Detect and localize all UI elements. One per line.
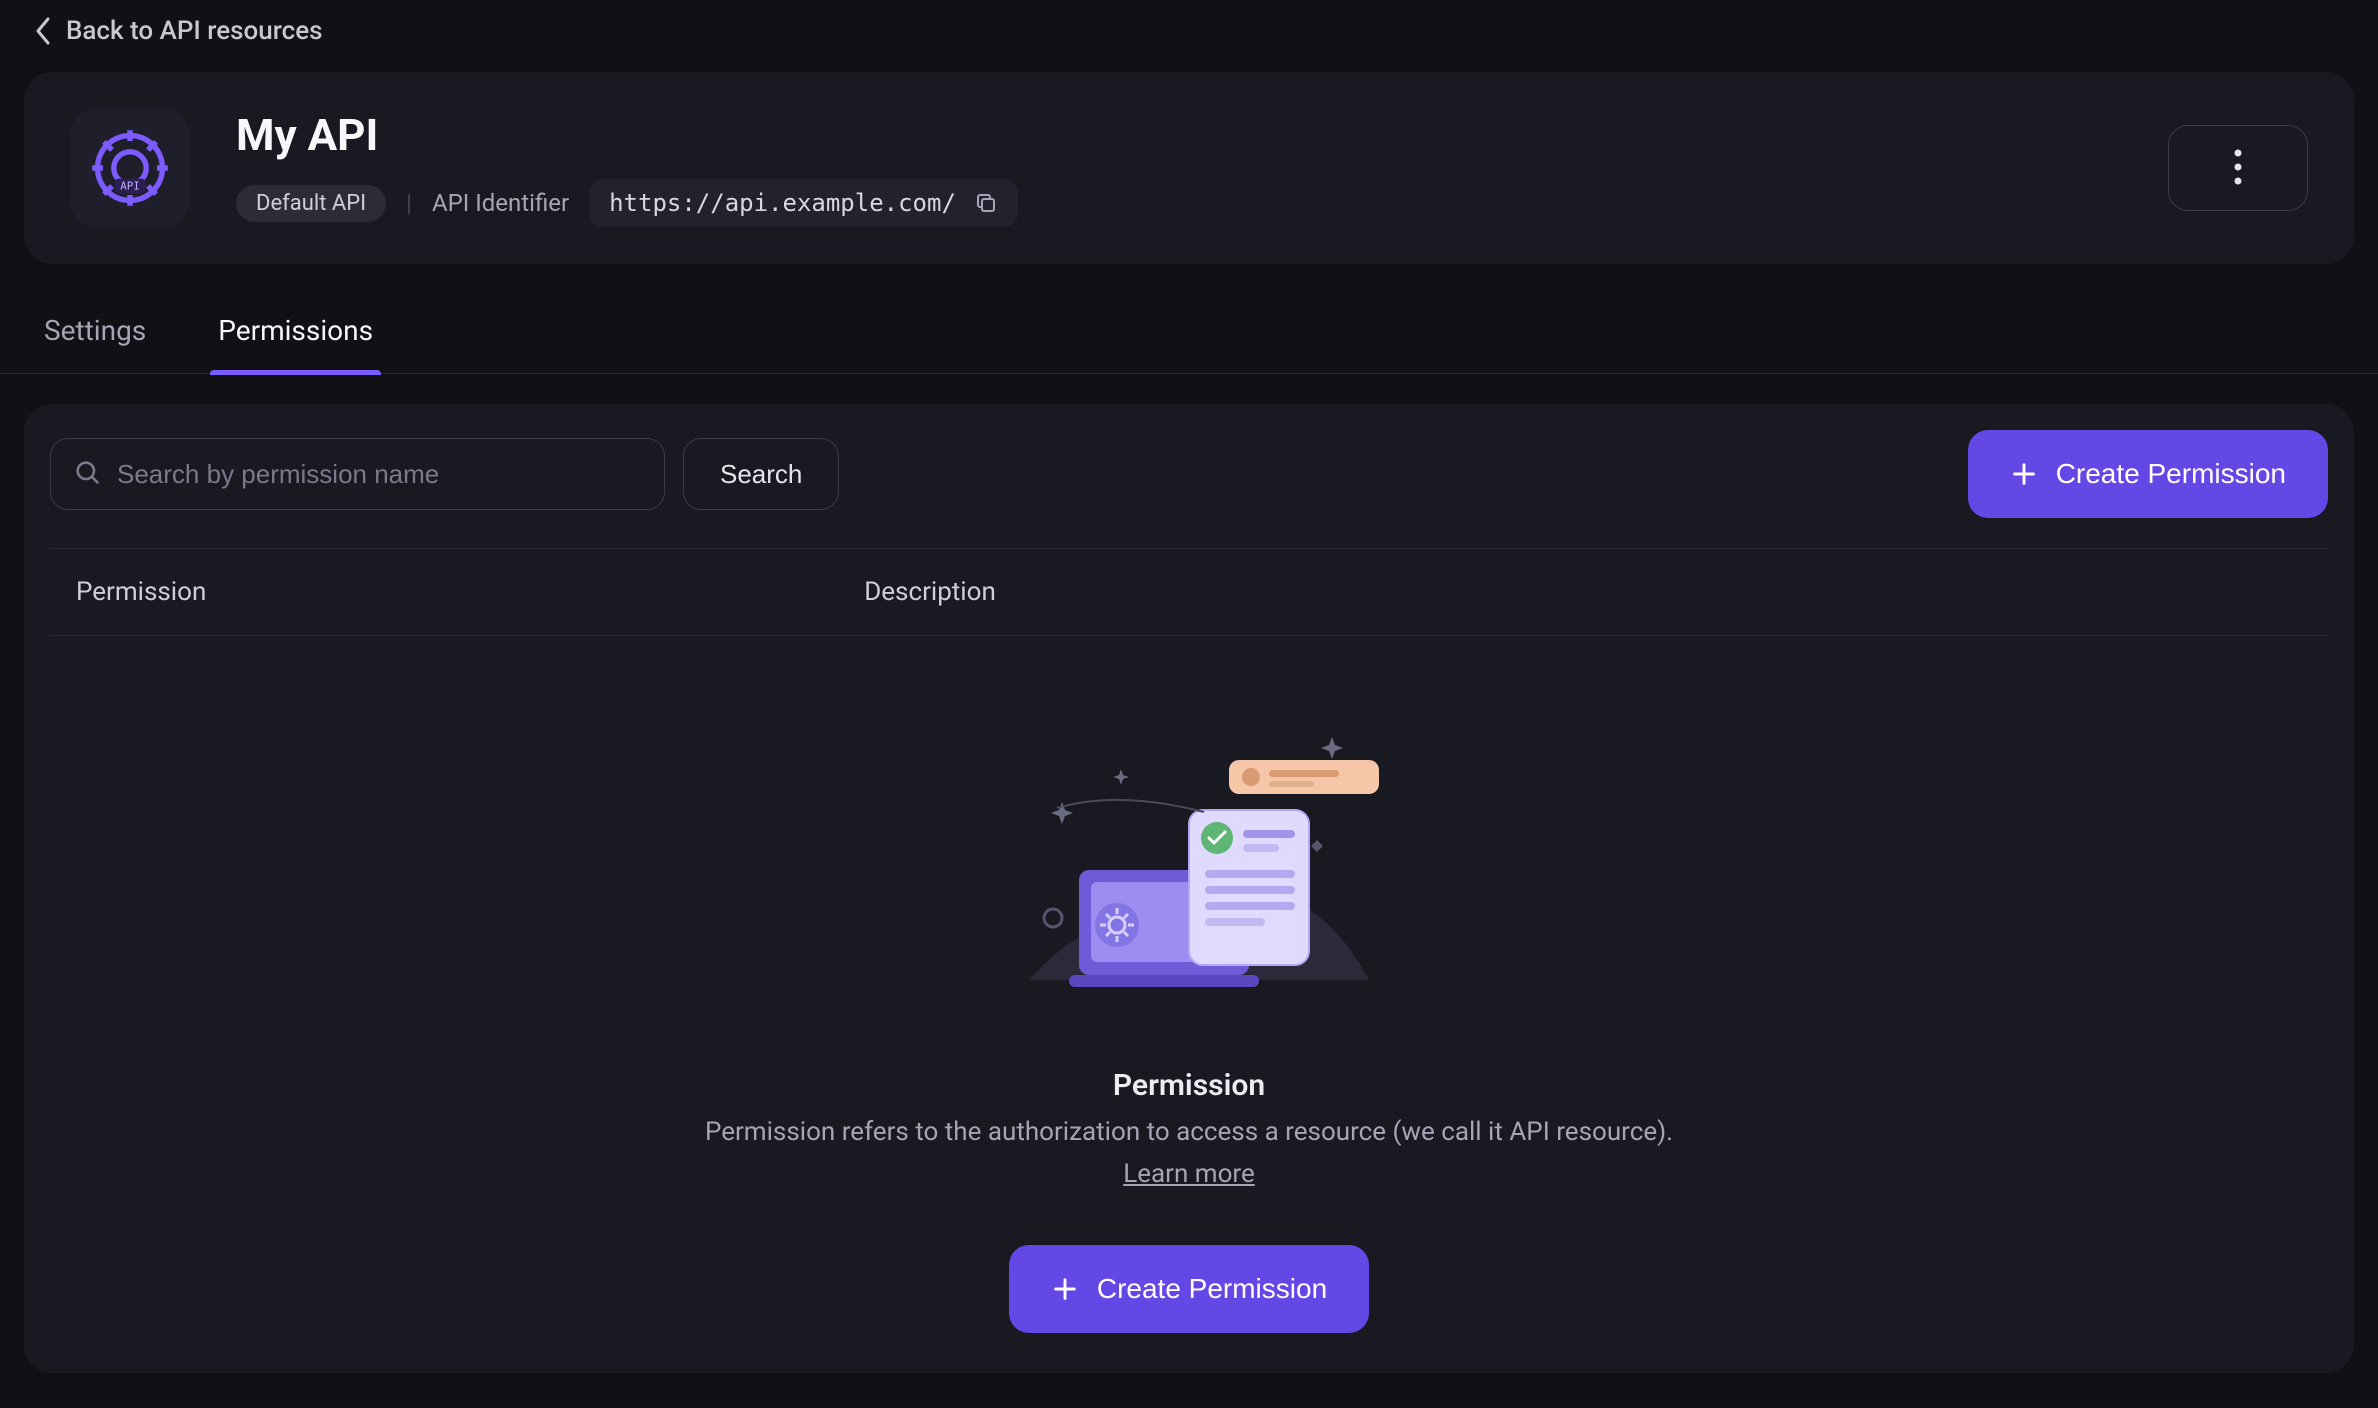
col-description: Description xyxy=(864,577,2328,607)
kebab-icon xyxy=(2233,147,2243,190)
content-card: Search Create Permission Permission Desc… xyxy=(24,404,2354,1373)
header-meta: Default API | API Identifier https://api… xyxy=(236,179,1018,227)
plus-icon xyxy=(2010,460,2038,488)
api-avatar: API xyxy=(70,108,190,228)
tab-permissions[interactable]: Permissions xyxy=(210,292,381,373)
tab-settings[interactable]: Settings xyxy=(36,292,154,373)
back-link-label: Back to API resources xyxy=(66,16,323,46)
create-permission-button[interactable]: Create Permission xyxy=(1968,430,2328,518)
empty-create-permission-label: Create Permission xyxy=(1097,1273,1327,1305)
empty-state: Permission Permission refers to the auth… xyxy=(50,636,2328,1333)
create-permission-label: Create Permission xyxy=(2056,458,2286,490)
empty-create-permission-button[interactable]: Create Permission xyxy=(1009,1245,1369,1333)
back-link[interactable]: Back to API resources xyxy=(0,0,2378,62)
col-permission: Permission xyxy=(76,577,864,607)
api-gear-icon: API xyxy=(85,123,175,213)
meta-divider: | xyxy=(406,189,412,217)
default-api-badge: Default API xyxy=(236,185,386,222)
tabs: Settings Permissions xyxy=(0,292,2378,374)
empty-title: Permission xyxy=(1113,1068,1265,1103)
table-header: Permission Description xyxy=(50,548,2328,636)
search-button[interactable]: Search xyxy=(683,438,839,510)
toolbar: Search Create Permission xyxy=(50,430,2328,518)
copy-icon[interactable] xyxy=(974,191,998,215)
empty-illustration xyxy=(999,730,1379,994)
search-input-wrap[interactable] xyxy=(50,438,665,510)
identifier-value: https://api.example.com/ xyxy=(609,189,956,217)
search-input[interactable] xyxy=(117,459,642,490)
header-main: My API Default API | API Identifier http… xyxy=(236,109,1018,227)
svg-text:API: API xyxy=(120,180,139,193)
api-title: My API xyxy=(236,109,1018,161)
plus-icon xyxy=(1051,1275,1079,1303)
empty-subtitle: Permission refers to the authorization t… xyxy=(705,1117,1673,1147)
header-card: API My API Default API | API Identifier … xyxy=(24,72,2354,264)
learn-more-link[interactable]: Learn more xyxy=(1123,1159,1255,1189)
more-actions-button[interactable] xyxy=(2168,125,2308,211)
identifier-chip: https://api.example.com/ xyxy=(589,179,1018,227)
chevron-left-icon xyxy=(34,16,52,46)
search-icon xyxy=(73,458,101,490)
identifier-label: API Identifier xyxy=(432,189,569,217)
